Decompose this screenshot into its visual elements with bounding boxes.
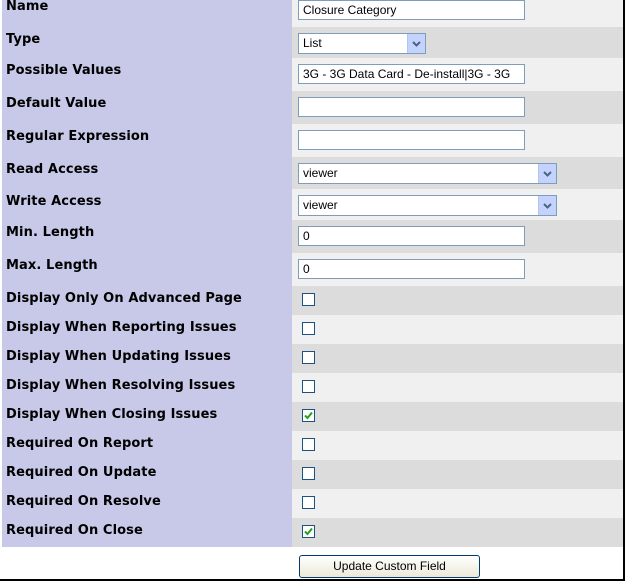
flag-label: Required On Resolve [6,494,161,509]
row-max-length: Max. Length 0 [2,253,623,286]
regular-expression-label: Regular Expression [6,129,150,144]
custom-field-table: Name Closure Category Type List Possible… [2,0,623,579]
min-length-label: Min. Length [6,225,95,240]
custom-field-form: Name Closure Category Type List Possible… [0,0,625,581]
write-access-label: Write Access [6,194,102,209]
display-closing-checkbox[interactable] [302,409,315,422]
row-flag: Display When Closing Issues [2,402,623,431]
required-report-checkbox[interactable] [302,438,315,451]
row-flag: Required On Report [2,431,623,460]
write-access-select[interactable]: viewer [298,195,557,216]
type-label: Type [6,32,41,47]
flag-label: Display When Updating Issues [6,349,231,364]
type-select[interactable]: List [298,33,426,54]
row-flag: Display When Updating Issues [2,344,623,373]
max-length-field[interactable]: 0 [298,259,525,279]
row-min-length: Min. Length 0 [2,220,623,253]
row-name: Name Closure Category [2,0,623,27]
regular-expression-field[interactable] [298,130,525,150]
display-updating-checkbox[interactable] [302,351,315,364]
read-access-select[interactable]: viewer [298,163,557,184]
default-value-field[interactable] [298,97,525,117]
chevron-down-icon[interactable] [538,196,556,215]
row-submit: Update Custom Field [2,547,623,579]
default-value-label: Default Value [6,96,107,111]
flag-label: Display Only On Advanced Page [6,291,242,306]
flag-label: Display When Resolving Issues [6,378,236,393]
read-access-select-value: viewer [303,166,338,180]
flag-label: Display When Closing Issues [6,407,218,422]
flag-label: Display When Reporting Issues [6,320,237,335]
row-flag: Required On Update [2,460,623,489]
name-field[interactable]: Closure Category [298,0,525,20]
row-possible-values: Possible Values 3G - 3G Data Card - De-i… [2,58,623,91]
flag-label: Required On Report [6,436,154,451]
read-access-label: Read Access [6,162,99,177]
name-label: Name [6,0,49,14]
possible-values-field[interactable]: 3G - 3G Data Card - De-install|3G - 3G [298,64,525,84]
checkmark-icon [304,411,313,420]
chevron-down-icon[interactable] [538,164,556,183]
row-default-value: Default Value [2,91,623,124]
update-custom-field-button[interactable]: Update Custom Field [299,555,480,578]
row-flag: Display When Reporting Issues [2,315,623,344]
type-select-value: List [303,36,322,50]
required-update-checkbox[interactable] [302,467,315,480]
display-resolving-checkbox[interactable] [302,380,315,393]
min-length-field[interactable]: 0 [298,226,525,246]
checkmark-icon [304,527,313,536]
flag-label: Required On Update [6,465,157,480]
chevron-down-icon[interactable] [407,34,425,53]
row-write-access: Write Access viewer [2,189,623,220]
max-length-label: Max. Length [6,258,98,273]
row-type: Type List [2,27,623,58]
row-flag: Required On Close [2,518,623,547]
row-flag: Display When Resolving Issues [2,373,623,402]
row-read-access: Read Access viewer [2,157,623,189]
row-flag: Display Only On Advanced Page [2,286,623,315]
required-resolve-checkbox[interactable] [302,496,315,509]
display-reporting-checkbox[interactable] [302,322,315,335]
write-access-select-value: viewer [303,198,338,212]
row-regular-expression: Regular Expression [2,124,623,157]
display-only-advanced-checkbox[interactable] [302,293,315,306]
flag-label: Required On Close [6,523,143,538]
row-flag: Required On Resolve [2,489,623,518]
required-close-checkbox[interactable] [302,525,315,538]
possible-values-label: Possible Values [6,63,122,78]
